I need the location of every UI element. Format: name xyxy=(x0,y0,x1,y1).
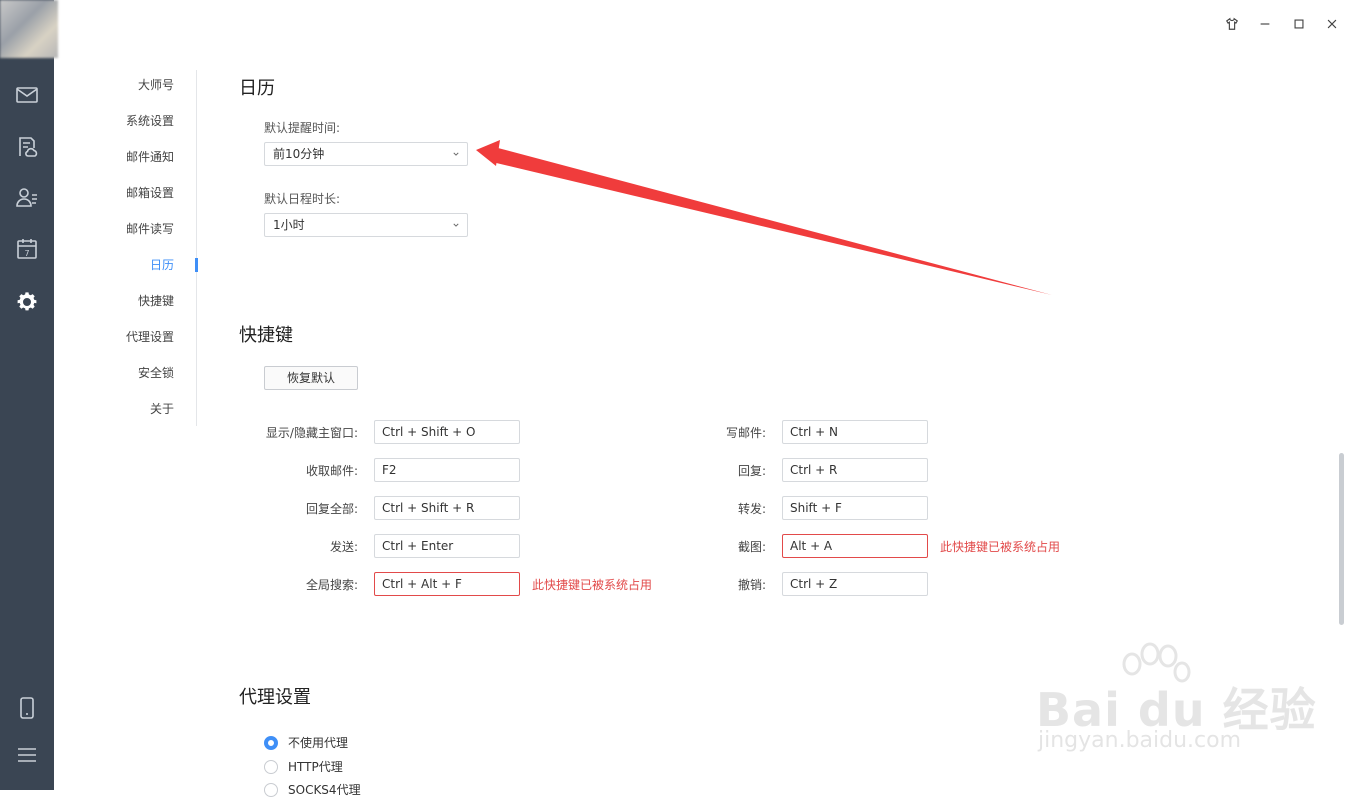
radio-button[interactable] xyxy=(264,759,278,774)
nav-item-proxy[interactable]: 代理设置 xyxy=(126,328,174,345)
proxy-option-http[interactable]: HTTP代理 xyxy=(264,758,343,775)
proxy-option-label: 不使用代理 xyxy=(288,736,349,750)
chevron-down-icon xyxy=(453,152,459,156)
menu-icon[interactable] xyxy=(14,742,40,768)
shortcut-label-compose: 写邮件: xyxy=(725,426,766,440)
minimize-icon[interactable] xyxy=(1254,13,1276,35)
radio-button[interactable] xyxy=(264,735,278,750)
proxy-option-none[interactable]: 不使用代理 xyxy=(264,734,348,751)
svg-text:7: 7 xyxy=(24,249,29,258)
nav-item-shortcuts[interactable]: 快捷键 xyxy=(138,292,174,309)
shortcut-input-global-search[interactable]: Ctrl + Alt + F xyxy=(374,572,520,596)
shortcut-input-compose[interactable]: Ctrl + N xyxy=(782,420,928,444)
duration-value: 1小时 xyxy=(273,218,305,232)
shortcut-label-receive-mail: 收取邮件: xyxy=(305,464,358,478)
nav-item-mail-notifications[interactable]: 邮件通知 xyxy=(126,148,174,165)
proxy-option-label: HTTP代理 xyxy=(288,760,343,774)
shortcut-input-undo[interactable]: Ctrl + Z xyxy=(782,572,928,596)
nav-item-system-settings[interactable]: 系统设置 xyxy=(126,112,174,129)
gear-icon[interactable] xyxy=(14,289,40,315)
watermark-url: jingyan.baidu.com xyxy=(1038,728,1242,753)
shortcut-label-screenshot: 截图: xyxy=(737,540,766,554)
app-rail: 7 xyxy=(0,0,58,790)
shortcut-conflict-message: 此快捷键已被系统占用 xyxy=(532,578,653,592)
tshirt-icon[interactable] xyxy=(1221,13,1243,35)
shortcut-input-send[interactable]: Ctrl + Enter xyxy=(374,534,520,558)
shortcut-input-screenshot[interactable]: Alt + A xyxy=(782,534,928,558)
chevron-down-icon xyxy=(453,223,459,227)
shortcut-label-global-search: 全局搜索: xyxy=(305,578,358,592)
notes-cloud-icon[interactable] xyxy=(14,134,40,160)
scrollbar-thumb[interactable] xyxy=(1339,453,1344,625)
contacts-icon[interactable] xyxy=(14,184,40,210)
shortcut-label-toggle-window: 显示/隐藏主窗口: xyxy=(265,426,358,440)
duration-select[interactable]: 1小时 xyxy=(264,213,468,237)
duration-label: 默认日程时长: xyxy=(264,192,341,206)
baidu-watermark: Bai du 经验 jingyan.baidu.com xyxy=(1032,642,1316,762)
calendar-icon[interactable]: 7 xyxy=(14,236,40,262)
calendar-section-title: 日历 xyxy=(239,78,275,99)
proxy-section-title: 代理设置 xyxy=(239,687,311,708)
reminder-time-value: 前10分钟 xyxy=(273,147,325,161)
shortcut-label-reply: 回复: xyxy=(737,464,766,478)
shortcut-conflict-message: 此快捷键已被系统占用 xyxy=(940,540,1061,554)
avatar[interactable] xyxy=(0,0,58,58)
shortcut-input-receive-mail[interactable]: F2 xyxy=(374,458,520,482)
reminder-time-select[interactable]: 前10分钟 xyxy=(264,142,468,166)
close-icon[interactable] xyxy=(1321,13,1343,35)
nav-item-security-lock[interactable]: 安全锁 xyxy=(138,364,174,381)
shortcut-label-forward: 转发: xyxy=(737,502,766,516)
shortcut-label-send: 发送: xyxy=(329,540,358,554)
shortcuts-section-title: 快捷键 xyxy=(239,325,293,346)
phone-icon[interactable] xyxy=(14,695,40,721)
nav-item-about[interactable]: 关于 xyxy=(150,400,174,417)
shortcut-input-toggle-window[interactable]: Ctrl + Shift + O xyxy=(374,420,520,444)
mail-icon[interactable] xyxy=(14,82,40,108)
restore-defaults-button[interactable]: 恢复默认 xyxy=(264,366,358,390)
shortcut-input-reply-all[interactable]: Ctrl + Shift + R xyxy=(374,496,520,520)
nav-item-mail-read-write[interactable]: 邮件读写 xyxy=(126,220,174,237)
shortcut-input-reply[interactable]: Ctrl + R xyxy=(782,458,928,482)
nav-item-calendar[interactable]: 日历 xyxy=(150,256,174,273)
settings-nav: 大师号 系统设置 邮件通知 邮箱设置 邮件读写 日历 快捷键 代理设置 安全锁 … xyxy=(54,70,198,426)
shortcut-label-undo: 撤销: xyxy=(737,578,766,592)
shortcut-input-forward[interactable]: Shift + F xyxy=(782,496,928,520)
nav-active-indicator xyxy=(195,258,198,272)
nav-item-master-account[interactable]: 大师号 xyxy=(138,76,174,93)
nav-item-mailbox-settings[interactable]: 邮箱设置 xyxy=(126,184,174,201)
reminder-time-label: 默认提醒时间: xyxy=(264,121,341,135)
maximize-icon[interactable] xyxy=(1288,13,1310,35)
shortcut-label-reply-all: 回复全部: xyxy=(305,502,358,516)
